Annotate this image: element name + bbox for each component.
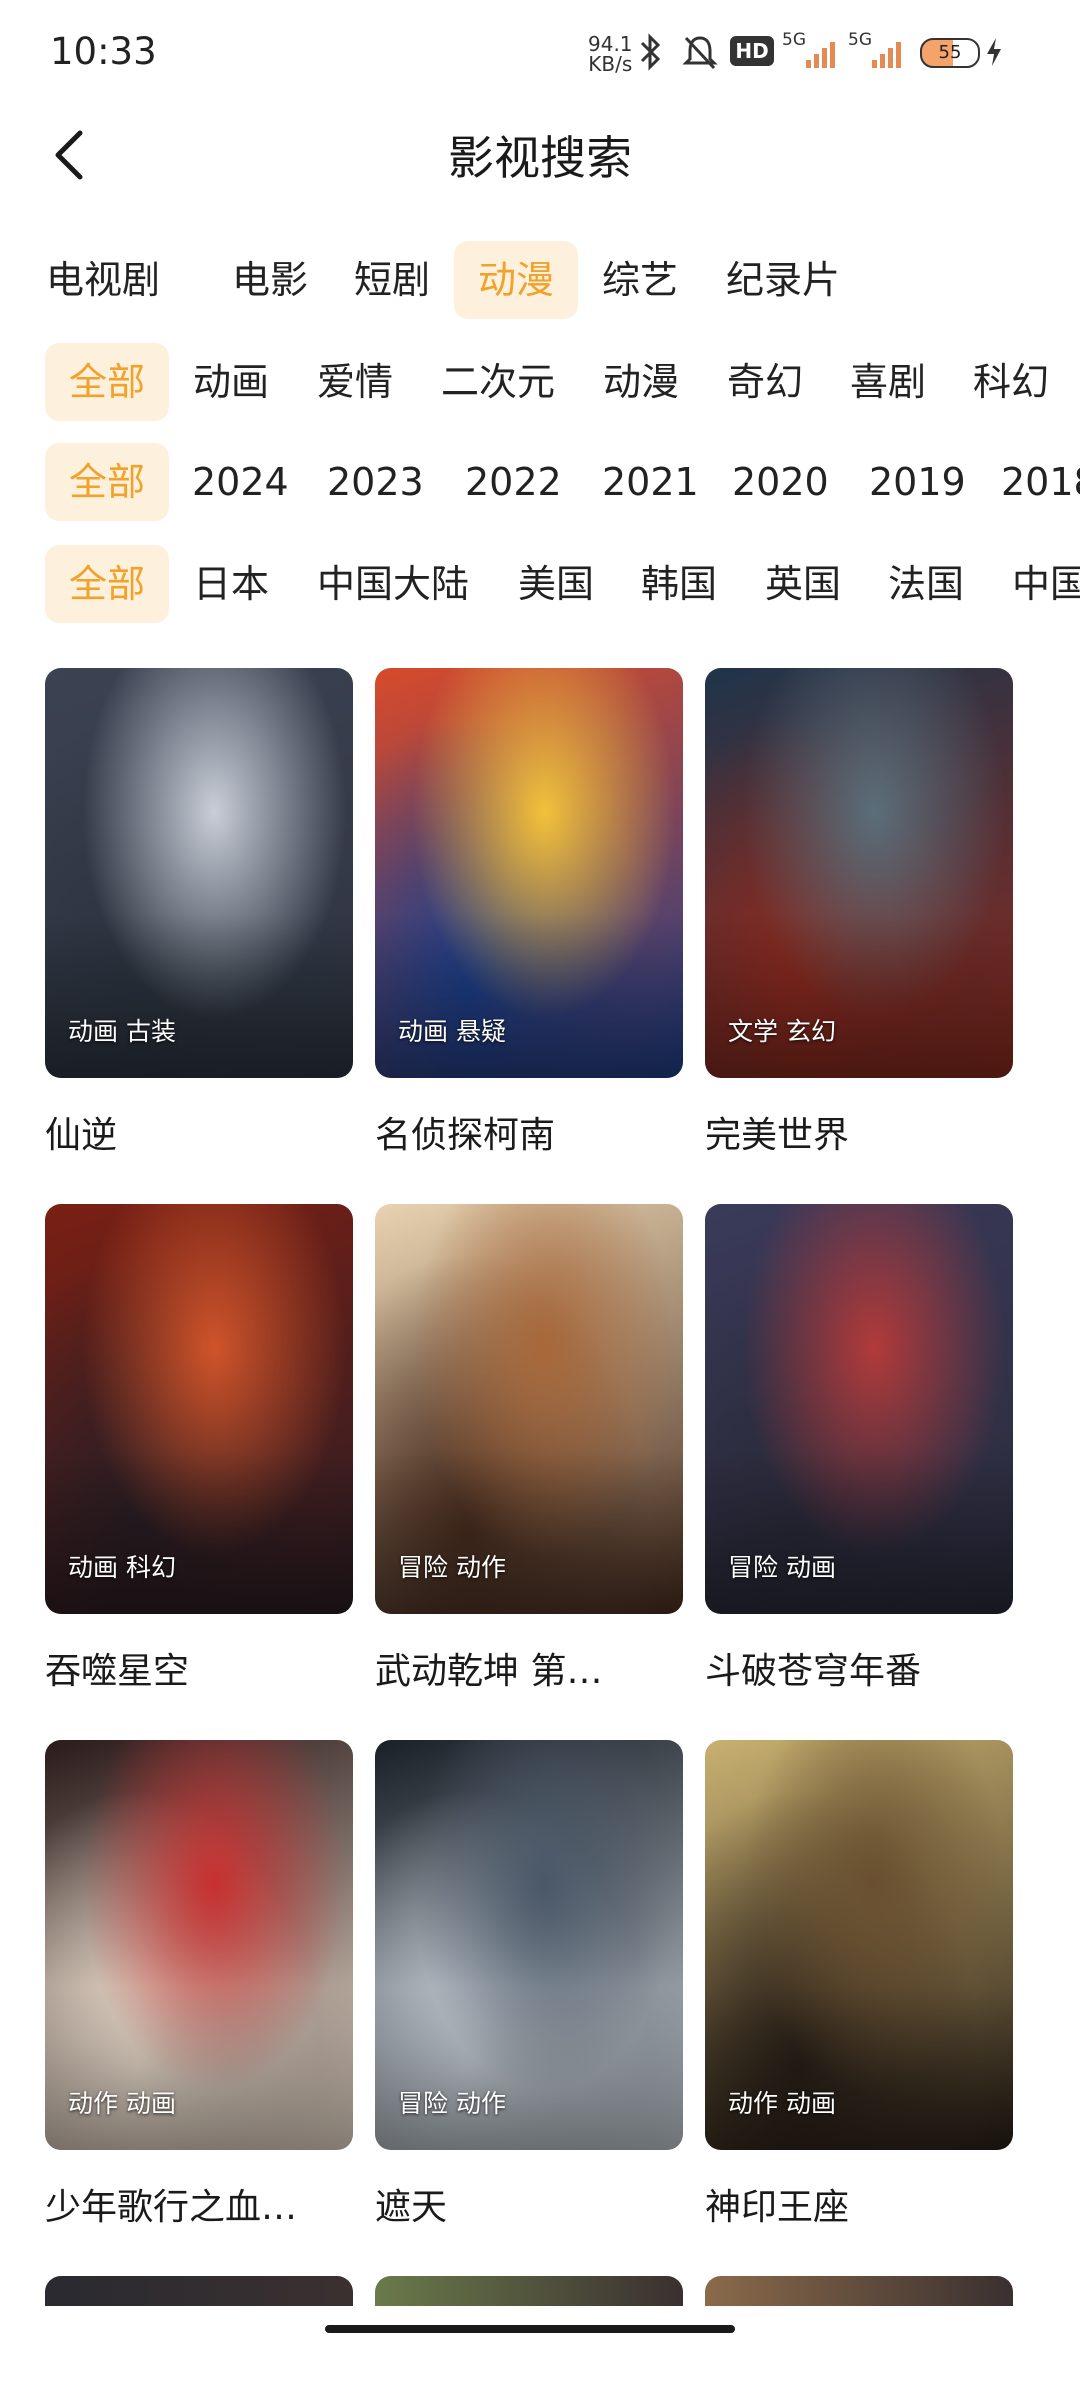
genre-tags: 动画 科幻 [68, 1553, 176, 1582]
result-title[interactable]: 斗破苍穹年番 [705, 1642, 1013, 1694]
page-title: 影视搜索 [448, 131, 632, 185]
poster-image[interactable]: 冒险 动作 [375, 1204, 683, 1614]
region-chip[interactable]: 中国香港 [988, 545, 1080, 623]
result-card[interactable]: 冒险 动作遮天 [375, 1740, 683, 2228]
poster-image[interactable]: 动作 动画 [705, 1740, 1013, 2150]
genre-tags: 动作 动画 [728, 2089, 836, 2118]
poster-image[interactable]: 冒险 动作 [375, 1740, 683, 2150]
region-chip-all[interactable]: 全部 [45, 545, 170, 623]
category-tabs: 电视剧 电影 短剧 动漫 综艺 纪录片 [0, 241, 1080, 319]
poster-image[interactable]: 动画 科幻 [45, 1204, 353, 1614]
poster-image[interactable]: 动画 古装 [45, 668, 353, 1078]
mute-bell-icon [682, 36, 718, 70]
result-card[interactable]: 冒险 动作武动乾坤 第… [375, 1204, 683, 1692]
year-chip[interactable]: 2019 [845, 443, 990, 521]
genre-chip[interactable]: 奇幻 [703, 343, 827, 421]
region-chip[interactable]: 韩国 [617, 545, 741, 623]
genre-tags: 文学 玄幻 [728, 1017, 836, 1046]
tab-short-drama[interactable]: 短剧 [330, 241, 454, 319]
clock: 10:33 [50, 30, 157, 73]
tab-documentary[interactable]: 纪录片 [702, 241, 864, 319]
hd-icon: HD [730, 36, 774, 66]
genre-chip[interactable]: 爱情 [293, 343, 417, 421]
bluetooth-icon [640, 33, 661, 71]
result-card[interactable]: 冒险 动画斗破苍穹年番 [705, 1204, 1013, 1692]
result-title[interactable]: 遮天 [375, 2178, 683, 2230]
region-filter-row: 全部 日本 中国大陆 美国 韩国 英国 法国 中国香港 [0, 545, 1080, 623]
poster-image-partial[interactable] [705, 2276, 1013, 2306]
result-title[interactable]: 名侦探柯南 [375, 1106, 683, 1158]
status-bar: 10:33 94.1 KB/s HD 5G 5G 55 [0, 0, 1080, 110]
result-card[interactable]: 动作 动画神印王座 [705, 1740, 1013, 2228]
genre-tags: 动作 动画 [68, 2089, 176, 2118]
tab-variety[interactable]: 综艺 [578, 241, 702, 319]
result-card[interactable]: 动画 悬疑名侦探柯南 [375, 668, 683, 1156]
result-card[interactable]: 动画 科幻吞噬星空 [45, 1204, 353, 1692]
network-speed-value: 94.1 [588, 32, 633, 56]
tab-movie[interactable]: 电影 [208, 241, 332, 319]
result-card[interactable]: 动作 动画少年歌行之血… [45, 1740, 353, 2228]
region-chip[interactable]: 中国大陆 [293, 545, 493, 623]
poster-image[interactable]: 动画 悬疑 [375, 668, 683, 1078]
genre-chip[interactable]: 二次元 [417, 343, 579, 421]
result-card[interactable]: 动画 古装仙逆 [45, 668, 353, 1156]
network-speed-unit: KB/s [588, 52, 633, 76]
poster-image-partial[interactable] [45, 2276, 353, 2306]
genre-chip[interactable]: 动画 [169, 343, 293, 421]
year-chip[interactable]: 2022 [441, 443, 586, 521]
poster-image-partial[interactable] [375, 2276, 683, 2306]
tab-anime[interactable]: 动漫 [454, 241, 579, 319]
genre-filter-row: 全部 动画 爱情 二次元 动漫 奇幻 喜剧 科幻 [0, 343, 1080, 421]
region-chip[interactable]: 英国 [741, 545, 865, 623]
result-title[interactable]: 完美世界 [705, 1106, 1013, 1158]
genre-chip[interactable]: 动漫 [579, 343, 703, 421]
genre-tags: 冒险 动作 [398, 2089, 506, 2118]
network-speed: 94.1 KB/s [588, 34, 633, 74]
poster-image[interactable]: 动作 动画 [45, 1740, 353, 2150]
year-chip[interactable]: 2018 [977, 443, 1080, 521]
genre-chip-all[interactable]: 全部 [45, 343, 170, 421]
year-chip[interactable]: 2021 [578, 443, 723, 521]
signal-icon: 5G [782, 30, 838, 70]
genre-tags: 动画 悬疑 [398, 1017, 506, 1046]
result-title[interactable]: 吞噬星空 [45, 1642, 353, 1694]
year-chip[interactable]: 2023 [303, 443, 448, 521]
year-chip[interactable]: 2020 [708, 443, 853, 521]
signal-icon-2: 5G [848, 30, 904, 70]
genre-chip[interactable]: 科幻 [949, 343, 1073, 421]
result-card[interactable]: 文学 玄幻完美世界 [705, 668, 1013, 1156]
charging-icon [987, 38, 1001, 66]
genre-chip[interactable]: 喜剧 [826, 343, 950, 421]
gesture-handle[interactable] [325, 2325, 735, 2333]
poster-image[interactable]: 冒险 动画 [705, 1204, 1013, 1614]
year-chip-all[interactable]: 全部 [45, 443, 170, 521]
result-title[interactable]: 神印王座 [705, 2178, 1013, 2230]
region-chip[interactable]: 美国 [494, 545, 618, 623]
year-filter-row: 全部 2024 2023 2022 2021 2020 2019 2018 [0, 443, 1080, 521]
region-chip[interactable]: 法国 [864, 545, 988, 623]
region-chip[interactable]: 日本 [169, 545, 293, 623]
battery-icon: 55 [920, 38, 980, 68]
result-title[interactable]: 少年歌行之血… [45, 2178, 353, 2230]
year-chip[interactable]: 2024 [168, 443, 313, 521]
tab-tv-series[interactable]: 电视剧 [22, 241, 184, 319]
result-title[interactable]: 武动乾坤 第… [375, 1642, 683, 1694]
genre-tags: 冒险 动作 [398, 1553, 506, 1582]
genre-tags: 动画 古装 [68, 1017, 176, 1046]
result-title[interactable]: 仙逆 [45, 1106, 353, 1158]
poster-image[interactable]: 文学 玄幻 [705, 668, 1013, 1078]
genre-tags: 冒险 动画 [728, 1553, 836, 1582]
